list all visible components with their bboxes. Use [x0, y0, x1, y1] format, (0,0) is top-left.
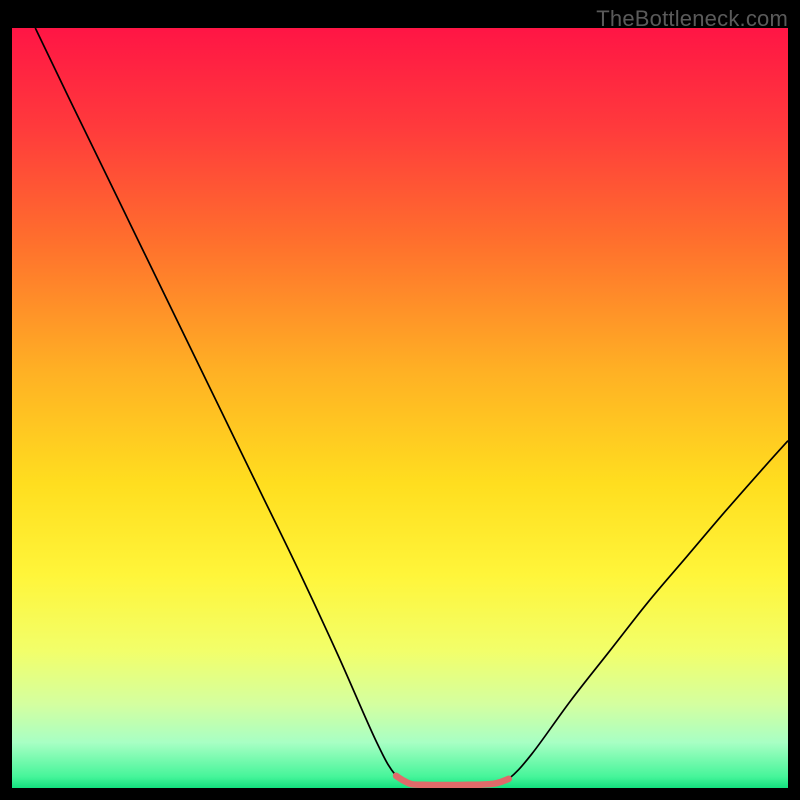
chart-background	[12, 28, 788, 788]
plot-area	[12, 28, 788, 788]
chart-svg	[12, 28, 788, 788]
series-optimal-range-marker-endpoint	[505, 776, 512, 783]
chart-container: TheBottleneck.com	[0, 0, 800, 800]
series-optimal-range-marker-endpoint	[393, 773, 400, 780]
